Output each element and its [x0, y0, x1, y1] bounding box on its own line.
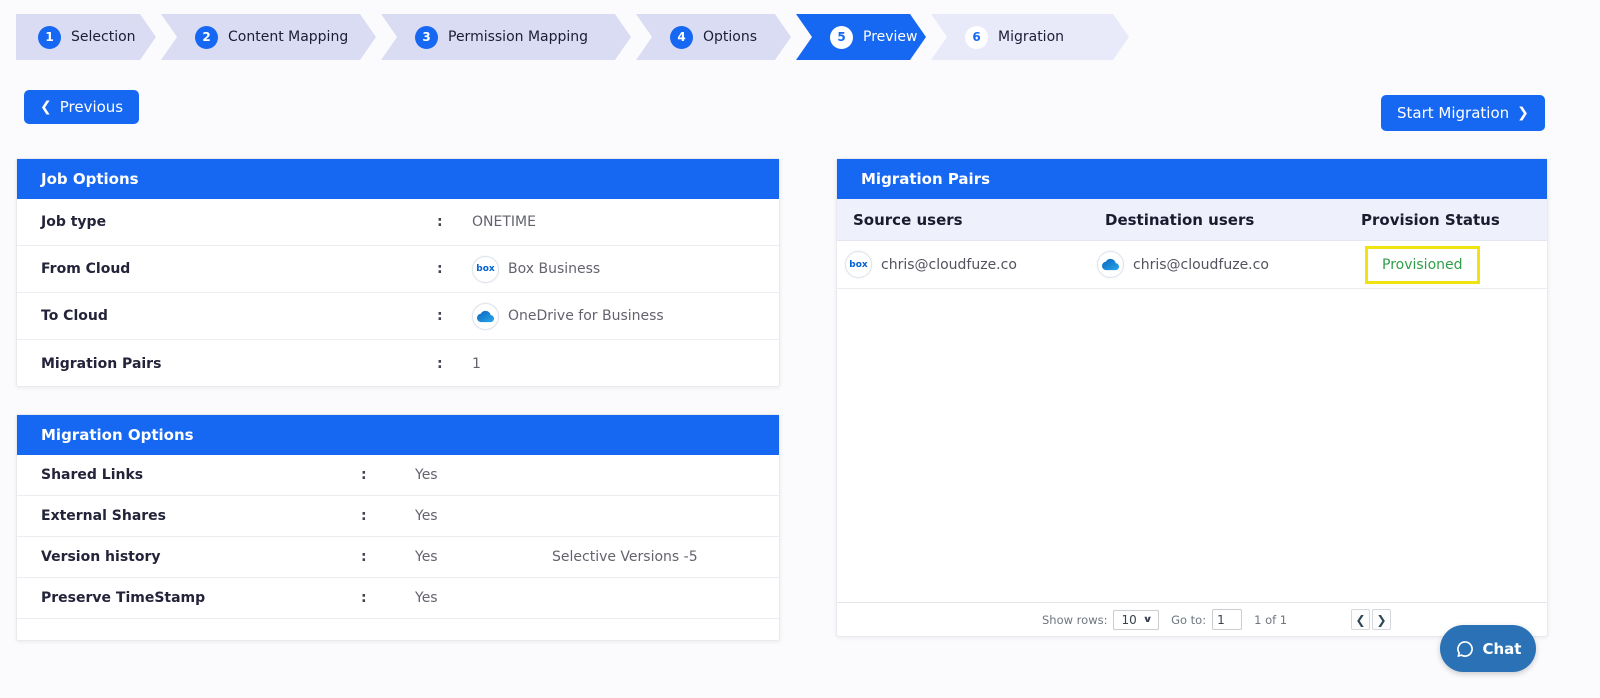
row-label: External Shares	[41, 508, 361, 524]
next-page-button[interactable]: ❯	[1372, 609, 1391, 630]
migration-pairs-title: Migration Pairs	[837, 159, 1547, 199]
goto-label: Go to:	[1171, 613, 1206, 627]
step-selection[interactable]: 1 Selection	[16, 14, 156, 60]
pairs-pagination: Show rows: 10 ∨ Go to: 1 of 1 ❮ ❯	[837, 602, 1547, 636]
start-migration-button[interactable]: Start Migration ❯	[1381, 95, 1545, 131]
job-type-row: Job type ONETIME	[17, 199, 779, 246]
pairs-empty-area	[837, 289, 1547, 602]
colon-separator	[361, 467, 415, 483]
chat-button[interactable]: Chat	[1440, 625, 1536, 672]
migration-options-panel: Migration Options Shared Links Yes Exter…	[16, 414, 780, 641]
chat-bubble-icon	[1455, 639, 1475, 659]
step-label: Preview	[863, 29, 918, 45]
box-logo-icon: box	[472, 256, 499, 283]
step-number-badge: 6	[965, 26, 988, 49]
row-value: 1	[472, 356, 481, 372]
job-options-panel: Job Options Job type ONETIME From Cloud …	[16, 158, 780, 387]
step-number-badge: 2	[195, 26, 218, 49]
to-cloud-row: To Cloud OneDrive for Business	[17, 293, 779, 340]
colon-separator	[361, 508, 415, 524]
row-value: Yes	[415, 549, 552, 565]
row-label: Preserve TimeStamp	[41, 590, 361, 606]
row-label: Version history	[41, 549, 361, 565]
wizard-stepper: 1 Selection 2 Content Mapping 3 Permissi…	[16, 14, 1129, 60]
chevron-down-icon: ∨	[1142, 615, 1152, 625]
pair-row: box chris@cloudfuze.co chris@cloudfuze.c…	[837, 241, 1547, 289]
step-label: Permission Mapping	[448, 29, 588, 45]
version-history-row: Version history Yes Selective Versions -…	[17, 537, 779, 578]
box-logo-icon: box	[845, 251, 872, 278]
step-number-badge: 1	[38, 26, 61, 49]
from-cloud-row: From Cloud box Box Business	[17, 246, 779, 293]
row-value: Yes	[415, 467, 552, 483]
show-rows-label: Show rows:	[1042, 613, 1107, 627]
step-label: Selection	[71, 29, 136, 45]
step-content-mapping[interactable]: 2 Content Mapping	[161, 14, 376, 60]
page-info: 1 of 1	[1254, 613, 1287, 627]
preserve-timestamp-row: Preserve TimeStamp Yes	[17, 578, 779, 619]
colon-separator	[437, 356, 472, 372]
row-label: From Cloud	[41, 261, 437, 277]
row-extra: Selective Versions -5	[552, 549, 698, 565]
step-number-badge: 4	[670, 26, 693, 49]
show-rows-select[interactable]: 10 ∨	[1113, 610, 1159, 630]
step-label: Migration	[998, 29, 1064, 45]
pairs-column-header: Source users Destination users Provision…	[837, 199, 1547, 241]
shared-links-row: Shared Links Yes	[17, 455, 779, 496]
col-source-users: Source users	[853, 211, 1105, 229]
row-value: box Box Business	[472, 256, 600, 283]
row-label: Shared Links	[41, 467, 361, 483]
source-user-cell: box chris@cloudfuze.co	[845, 251, 1097, 278]
step-number-badge: 5	[830, 26, 853, 49]
row-value: ONETIME	[472, 214, 536, 230]
row-label: To Cloud	[41, 308, 437, 324]
row-value: OneDrive for Business	[472, 303, 664, 330]
migration-pairs-count-row: Migration Pairs 1	[17, 340, 779, 387]
step-number-badge: 3	[415, 26, 438, 49]
colon-separator	[437, 261, 472, 277]
chevron-left-icon: ❮	[40, 100, 52, 114]
colon-separator	[361, 590, 415, 606]
step-migration[interactable]: 6 Migration	[931, 14, 1129, 60]
step-preview-active[interactable]: 5 Preview	[796, 14, 926, 60]
step-label: Options	[703, 29, 757, 45]
onedrive-cloud-icon	[472, 303, 499, 330]
row-label: Migration Pairs	[41, 356, 437, 372]
step-label: Content Mapping	[228, 29, 348, 45]
destination-user-cell: chris@cloudfuze.co	[1097, 251, 1353, 278]
migration-pairs-panel: Migration Pairs Source users Destination…	[836, 158, 1548, 637]
chevron-right-icon: ❯	[1517, 106, 1529, 120]
col-destination-users: Destination users	[1105, 211, 1361, 229]
onedrive-cloud-icon	[1097, 251, 1124, 278]
colon-separator	[437, 214, 472, 230]
provision-status-cell: Provisioned	[1353, 246, 1539, 284]
status-highlight-box: Provisioned	[1365, 246, 1480, 284]
chevron-left-icon: ❮	[1355, 613, 1365, 627]
step-options[interactable]: 4 Options	[636, 14, 791, 60]
prev-page-button[interactable]: ❮	[1351, 609, 1370, 630]
job-options-title: Job Options	[17, 159, 779, 199]
external-shares-row: External Shares Yes	[17, 496, 779, 537]
chevron-right-icon: ❯	[1376, 613, 1386, 627]
colon-separator	[437, 308, 472, 324]
colon-separator	[361, 549, 415, 565]
step-permission-mapping[interactable]: 3 Permission Mapping	[381, 14, 631, 60]
row-label: Job type	[41, 214, 437, 230]
previous-button[interactable]: ❮ Previous	[24, 90, 139, 124]
row-value: Yes	[415, 508, 552, 524]
col-provision-status: Provision Status	[1361, 211, 1531, 229]
row-value: Yes	[415, 590, 552, 606]
migration-options-title: Migration Options	[17, 415, 779, 455]
goto-page-input[interactable]	[1212, 609, 1242, 630]
